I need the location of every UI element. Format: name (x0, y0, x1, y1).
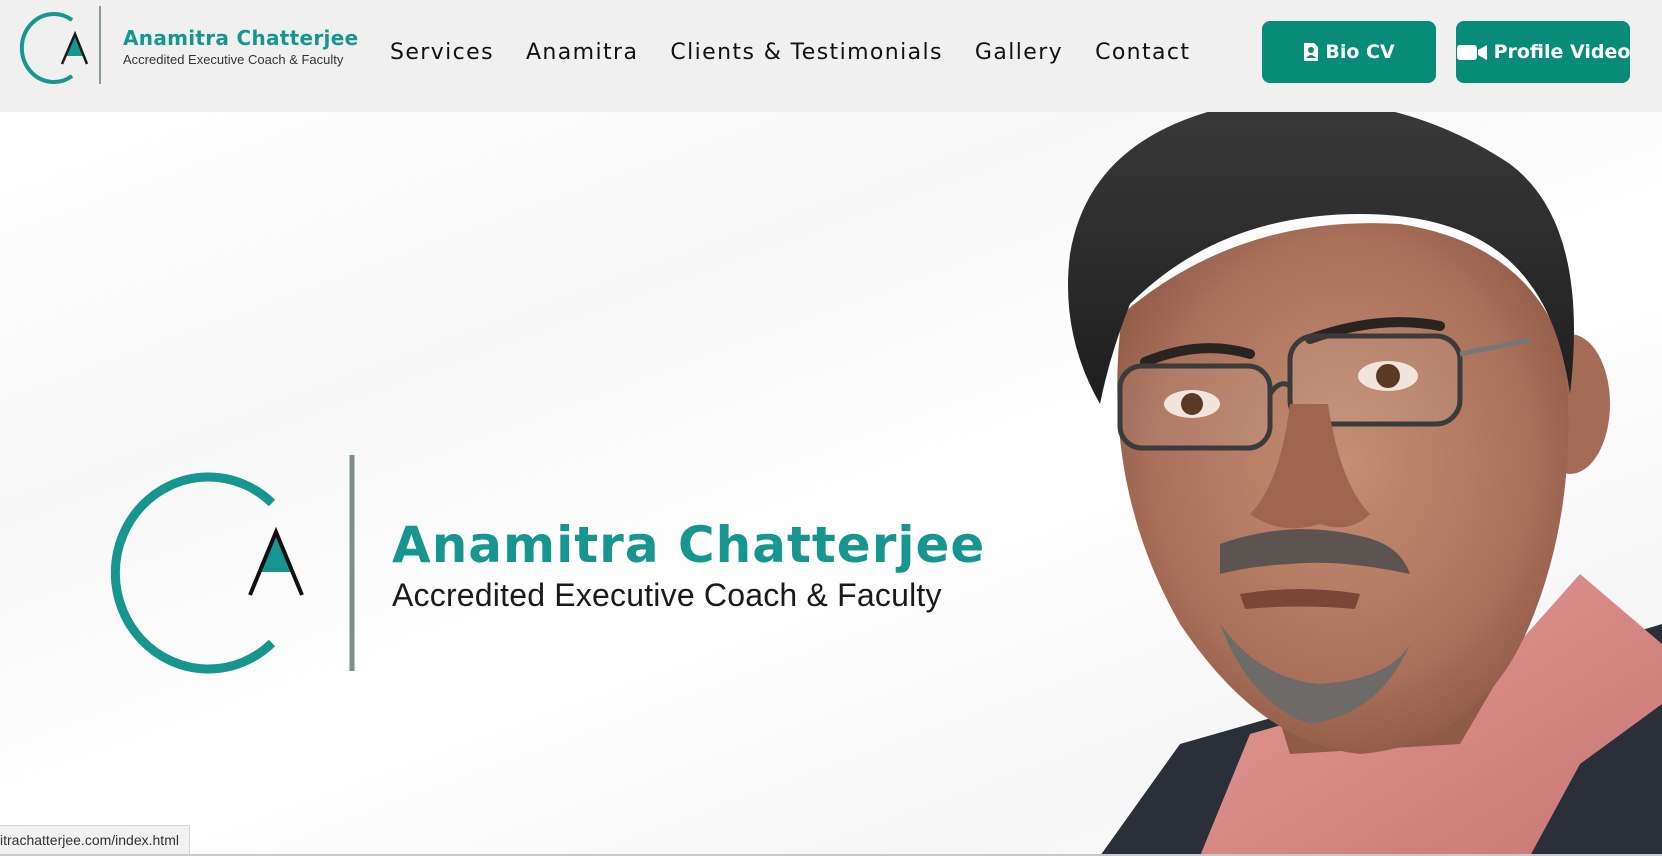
ca-monogram-logo-icon (19, 6, 101, 84)
document-user-icon (1303, 42, 1319, 62)
nav-link-clients-testimonials[interactable]: Clients & Testimonials (670, 40, 943, 65)
nav-link-services[interactable]: Services (390, 40, 494, 65)
video-camera-icon (1456, 42, 1488, 62)
status-bar-url: itrachatterjee.com/index.html (0, 825, 190, 854)
brand-text: Anamitra Chatterjee Accredited Executive… (123, 26, 358, 68)
hero-tagline: Accredited Executive Coach & Faculty (392, 577, 942, 613)
brand-name: Anamitra Chatterjee (123, 26, 359, 50)
profile-video-button[interactable]: Profile Video (1456, 21, 1630, 83)
nav-link-contact[interactable]: Contact (1095, 40, 1190, 65)
portrait-photo (1068, 112, 1662, 856)
bio-cv-button[interactable]: Bio CV (1262, 21, 1436, 83)
page: Anamitra Chatterjee Accredited Executive… (0, 0, 1662, 856)
hero-name: Anamitra Chatterjee (392, 516, 986, 574)
hero-text: Anamitra Chatterjee Accredited Executive… (392, 516, 985, 614)
nav-link-gallery[interactable]: Gallery (975, 40, 1063, 65)
profile-video-label: Profile Video (1493, 41, 1631, 63)
brand-tagline: Accredited Executive Coach & Faculty (123, 52, 344, 67)
site-header: Anamitra Chatterjee Accredited Executive… (0, 0, 1662, 112)
brand-logo-link[interactable]: Anamitra Chatterjee Accredited Executive… (10, 6, 358, 88)
bio-cv-label: Bio CV (1325, 41, 1395, 63)
hero-banner: Anamitra Chatterjee Accredited Executive… (0, 112, 1662, 856)
nav-link-anamitra[interactable]: Anamitra (526, 40, 638, 65)
hero-ca-monogram-icon (110, 455, 355, 674)
main-nav: Services Anamitra Clients & Testimonials… (390, 34, 1222, 70)
